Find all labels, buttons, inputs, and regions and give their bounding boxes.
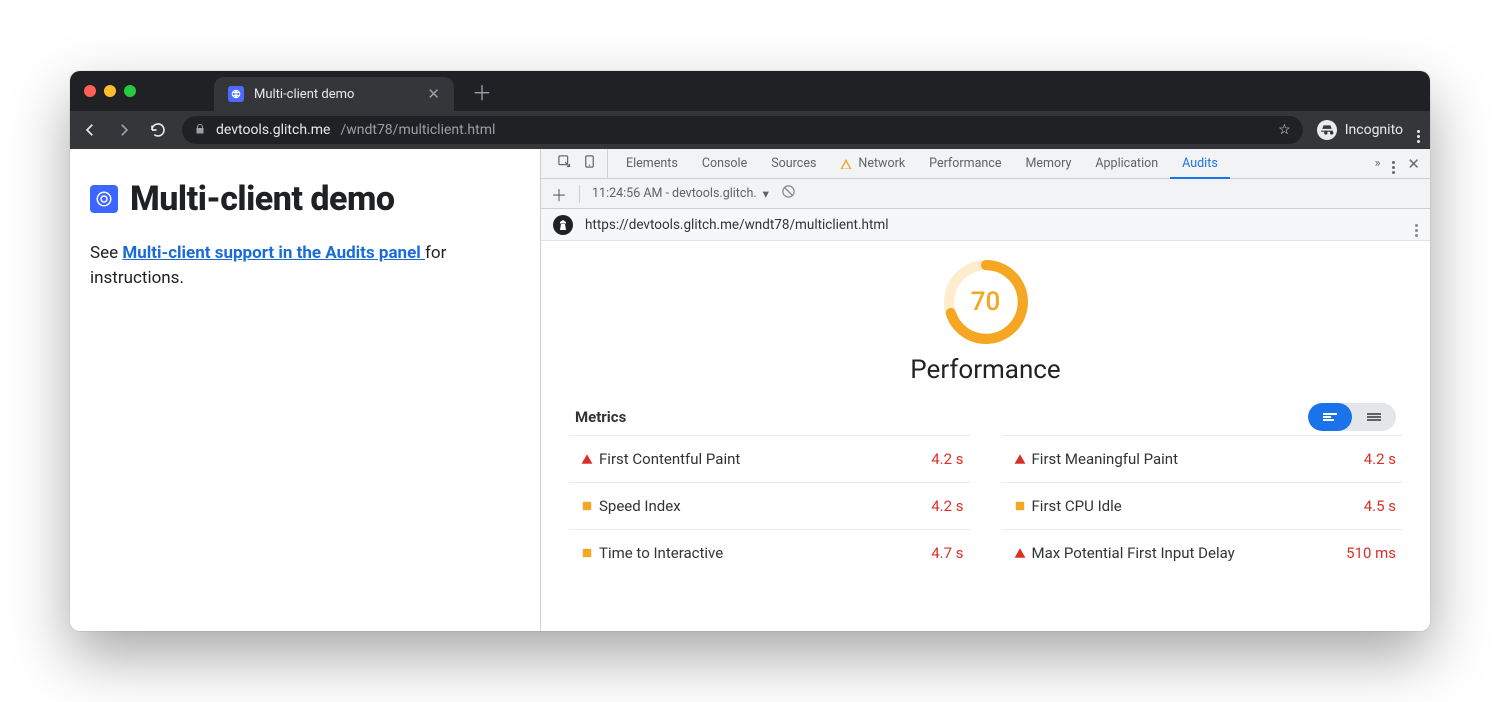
maximize-window-button[interactable] bbox=[124, 85, 136, 97]
metric-value: 4.5 s bbox=[1364, 497, 1396, 515]
window-controls bbox=[84, 85, 136, 97]
metric-label: Speed Index bbox=[599, 497, 681, 515]
audit-report: 70 Performance Metrics bbox=[541, 241, 1430, 631]
chevron-down-icon: ▾ bbox=[763, 186, 769, 202]
url-path: /wndt78/multiclient.html bbox=[340, 122, 495, 138]
bookmark-star-button[interactable]: ☆ bbox=[1278, 122, 1291, 138]
metric-label: First Contentful Paint bbox=[599, 450, 740, 468]
devtools-tab-performance[interactable]: Performance bbox=[917, 149, 1013, 178]
audit-run-label: 11:24:56 AM - devtools.glitch. bbox=[592, 186, 757, 201]
audit-url-text: https://devtools.glitch.me/wndt78/multic… bbox=[585, 217, 889, 233]
page-paragraph: See Multi-client support in the Audits p… bbox=[90, 241, 520, 290]
tab-close-button[interactable]: ✕ bbox=[427, 85, 440, 103]
more-tabs-button[interactable] bbox=[1375, 156, 1381, 171]
back-button[interactable] bbox=[80, 121, 100, 139]
metric-value: 4.2 s bbox=[931, 450, 963, 468]
triangle-icon bbox=[575, 453, 599, 465]
metric-row[interactable]: Speed Index 4.2 s bbox=[569, 482, 970, 529]
page-logo-icon bbox=[90, 185, 118, 213]
audits-panel-link[interactable]: Multi-client support in the Audits panel bbox=[122, 243, 425, 263]
devtools-tab-console[interactable]: Console bbox=[690, 149, 759, 178]
metric-label: Time to Interactive bbox=[599, 544, 723, 562]
webpage-viewport: Multi-client demo See Multi-client suppo… bbox=[70, 149, 540, 631]
toggle-expanded-icon bbox=[1352, 403, 1396, 431]
metric-row[interactable]: First Contentful Paint 4.2 s bbox=[569, 435, 970, 482]
devtools-tab-network[interactable]: Network bbox=[828, 149, 917, 178]
devtools-tab-memory[interactable]: Memory bbox=[1013, 149, 1083, 178]
metric-value: 4.7 s bbox=[931, 544, 963, 562]
page-title: Multi-client demo bbox=[130, 179, 395, 219]
minimize-window-button[interactable] bbox=[104, 85, 116, 97]
favicon-icon bbox=[228, 86, 244, 102]
metric-value: 510 ms bbox=[1346, 544, 1396, 562]
lighthouse-icon bbox=[553, 215, 573, 235]
content-area: Multi-client demo See Multi-client suppo… bbox=[70, 149, 1430, 631]
audit-url-bar: https://devtools.glitch.me/wndt78/multic… bbox=[541, 209, 1430, 241]
page-text-pre: See bbox=[90, 243, 122, 263]
browser-menu-button[interactable] bbox=[1417, 117, 1420, 143]
devtools-tab-elements[interactable]: Elements bbox=[614, 149, 690, 178]
devtools-panel: ElementsConsoleSourcesNetworkPerformance… bbox=[540, 149, 1430, 631]
devtools-tabstrip: ElementsConsoleSourcesNetworkPerformance… bbox=[541, 149, 1430, 179]
audit-run-dropdown[interactable]: 11:24:56 AM - devtools.glitch. ▾ bbox=[592, 186, 769, 202]
new-audit-button[interactable]: ＋ bbox=[551, 182, 567, 206]
incognito-indicator[interactable]: Incognito bbox=[1317, 120, 1403, 140]
incognito-label: Incognito bbox=[1345, 122, 1403, 138]
new-tab-button[interactable]: ＋ bbox=[472, 77, 492, 106]
forward-button[interactable] bbox=[114, 121, 134, 139]
metric-row[interactable]: First Meaningful Paint 4.2 s bbox=[1002, 435, 1403, 482]
metric-value: 4.2 s bbox=[931, 497, 963, 515]
incognito-icon bbox=[1317, 120, 1337, 140]
triangle-icon bbox=[1008, 453, 1032, 465]
devtools-menu-button[interactable] bbox=[1392, 153, 1395, 174]
toggle-compact-icon bbox=[1308, 403, 1352, 431]
metrics-view-toggle[interactable] bbox=[1308, 403, 1396, 431]
metric-label: Max Potential First Input Delay bbox=[1032, 544, 1235, 562]
metric-row[interactable]: Time to Interactive 4.7 s bbox=[569, 529, 970, 576]
square-icon bbox=[575, 500, 599, 512]
browser-window: Multi-client demo ✕ ＋ devtools.glitch.me… bbox=[70, 71, 1430, 631]
audits-toolbar: ＋ 11:24:56 AM - devtools.glitch. ▾ bbox=[541, 179, 1430, 209]
device-mode-button[interactable] bbox=[582, 154, 597, 173]
titlebar: Multi-client demo ✕ ＋ bbox=[70, 71, 1430, 111]
metric-row[interactable]: First CPU Idle 4.5 s bbox=[1002, 482, 1403, 529]
browser-tab[interactable]: Multi-client demo ✕ bbox=[214, 77, 454, 111]
close-window-button[interactable] bbox=[84, 85, 96, 97]
lock-icon bbox=[194, 123, 206, 138]
reload-button[interactable] bbox=[148, 121, 168, 139]
performance-score: 70 bbox=[943, 259, 1029, 345]
url-host: devtools.glitch.me bbox=[216, 122, 330, 138]
metric-row[interactable]: Max Potential First Input Delay 510 ms bbox=[1002, 529, 1403, 576]
metric-value: 4.2 s bbox=[1364, 450, 1396, 468]
devtools-tab-audits[interactable]: Audits bbox=[1170, 149, 1230, 179]
triangle-icon bbox=[1008, 547, 1032, 559]
devtools-tab-sources[interactable]: Sources bbox=[759, 149, 828, 178]
square-icon bbox=[1008, 500, 1032, 512]
address-bar[interactable]: devtools.glitch.me/wndt78/multiclient.ht… bbox=[182, 116, 1303, 144]
devtools-tab-application[interactable]: Application bbox=[1083, 149, 1170, 178]
browser-toolbar: devtools.glitch.me/wndt78/multiclient.ht… bbox=[70, 111, 1430, 149]
inspect-element-button[interactable] bbox=[557, 154, 572, 173]
metric-label: First Meaningful Paint bbox=[1032, 450, 1178, 468]
clear-audits-button[interactable] bbox=[781, 184, 796, 203]
performance-gauge: 70 bbox=[943, 259, 1029, 345]
metric-label: First CPU Idle bbox=[1032, 497, 1122, 515]
square-icon bbox=[575, 547, 599, 559]
devtools-close-button[interactable]: ✕ bbox=[1407, 155, 1420, 173]
performance-heading: Performance bbox=[910, 355, 1060, 385]
tab-title: Multi-client demo bbox=[254, 87, 354, 102]
metrics-heading: Metrics bbox=[575, 408, 626, 426]
audit-options-button[interactable] bbox=[1415, 212, 1418, 237]
